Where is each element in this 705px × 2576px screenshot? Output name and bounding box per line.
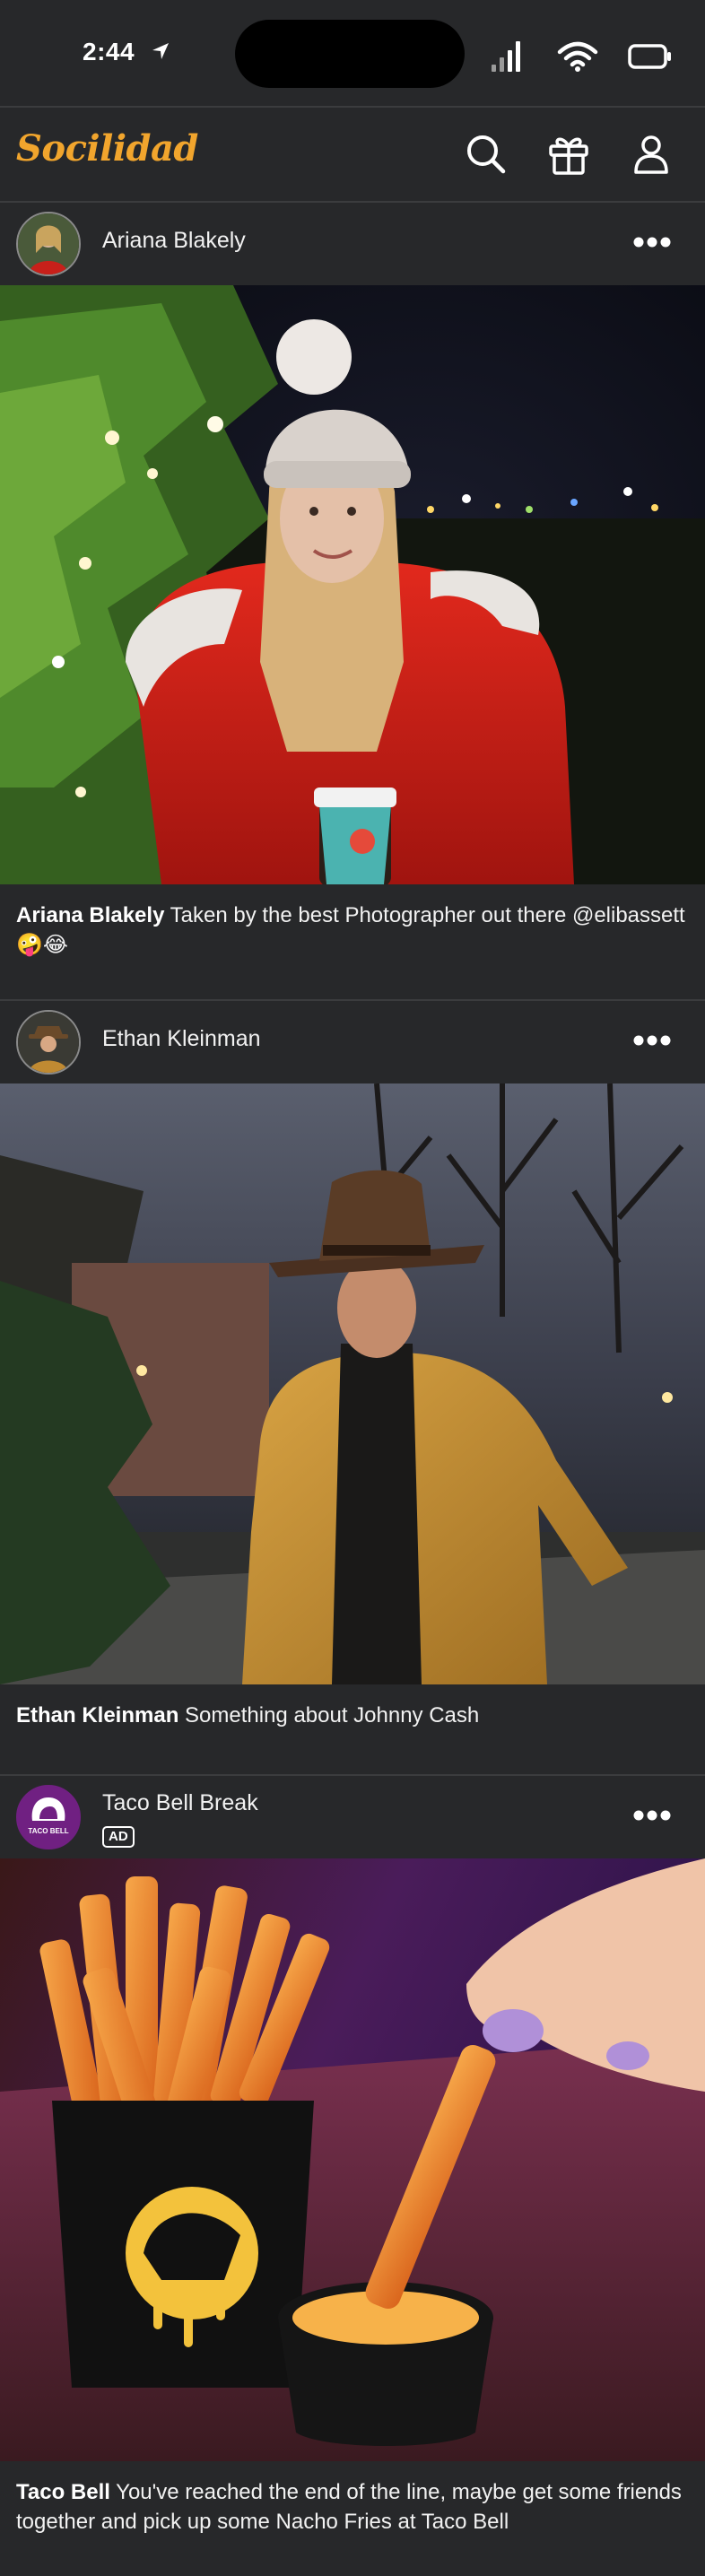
- wifi-icon: [557, 41, 598, 72]
- post-caption: Taco Bell You've reached the end of the …: [0, 2461, 705, 2537]
- post-author[interactable]: Taco Bell Break: [102, 1790, 258, 1816]
- caption-author[interactable]: Ethan Kleinman: [16, 1703, 178, 1727]
- caption-text: Something about Johnny Cash: [185, 1703, 480, 1727]
- feed-post: Ariana Blakely Ariana Blakely Taken by t…: [0, 203, 705, 999]
- caption-author[interactable]: Ariana Blakely: [16, 903, 164, 927]
- caption-text: You've reached the end of the line, mayb…: [16, 2480, 682, 2534]
- post-author[interactable]: Ariana Blakely: [102, 228, 246, 254]
- location-arrow-icon: [152, 43, 169, 59]
- gift-button[interactable]: [545, 131, 592, 178]
- app-logo[interactable]: Socilidad: [16, 127, 198, 170]
- post-header: Ethan Kleinman: [0, 1001, 705, 1083]
- more-options-icon[interactable]: [633, 1808, 671, 1823]
- cellular-signal-icon: [492, 41, 520, 72]
- app-header: Socilidad: [0, 106, 705, 203]
- profile-button[interactable]: [628, 131, 675, 178]
- status-bar: 2:44: [0, 0, 705, 106]
- battery-icon: [628, 44, 671, 69]
- avatar[interactable]: TACO BELL: [16, 1785, 81, 1849]
- post-caption: Ariana Blakely Taken by the best Photogr…: [0, 884, 705, 960]
- post-photo[interactable]: [0, 285, 705, 884]
- status-time: 2:44: [83, 38, 135, 65]
- more-options-icon[interactable]: [633, 1033, 671, 1048]
- post-photo[interactable]: [0, 1083, 705, 1684]
- post-author[interactable]: Ethan Kleinman: [102, 1026, 261, 1052]
- search-icon: [467, 135, 506, 174]
- gift-icon: [549, 137, 588, 175]
- avatar[interactable]: [16, 212, 81, 276]
- ad-badge: AD: [102, 1826, 135, 1848]
- post-photo[interactable]: [0, 1858, 705, 2461]
- feed-post-ad: TACO BELL Taco Bell Break AD Taco Bell Y…: [0, 1776, 705, 2576]
- post-caption: Ethan Kleinman Something about Johnny Ca…: [0, 1684, 705, 1730]
- search-button[interactable]: [463, 131, 509, 178]
- taco-bell-logo: TACO BELL: [18, 1787, 79, 1848]
- feed-post: Ethan Kleinman Ethan Kleinman Something …: [0, 1001, 705, 1774]
- post-header: Ariana Blakely: [0, 203, 705, 285]
- avatar[interactable]: [16, 1010, 81, 1075]
- avatar-text: TACO BELL: [28, 1827, 68, 1835]
- dynamic-island: [235, 20, 465, 88]
- caption-author[interactable]: Taco Bell: [16, 2480, 110, 2504]
- more-options-icon[interactable]: [633, 235, 671, 249]
- post-header: TACO BELL Taco Bell Break AD: [0, 1776, 705, 1858]
- user-icon: [634, 135, 668, 174]
